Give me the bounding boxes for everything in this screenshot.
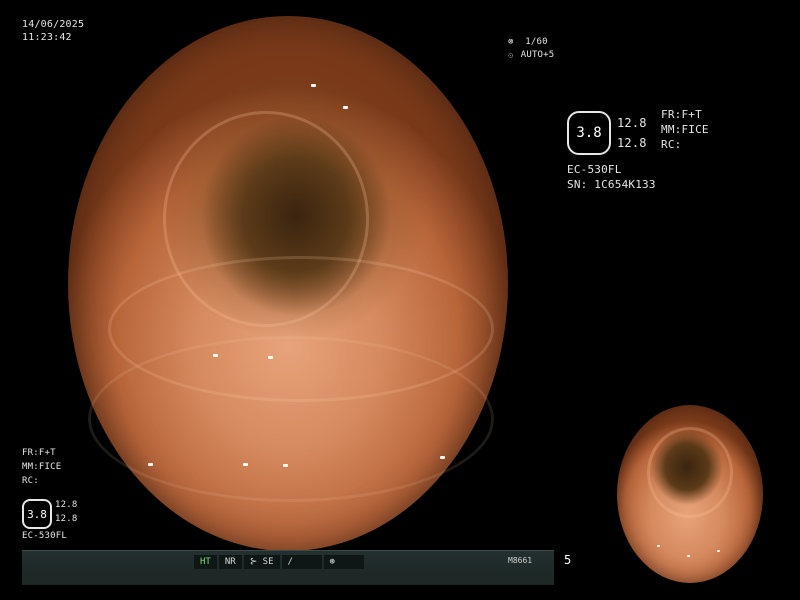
serial-number: SN: 1C654K133 bbox=[567, 178, 656, 191]
left-mm: MM:FICE bbox=[22, 462, 62, 472]
specular-highlight bbox=[311, 84, 316, 87]
auto-exposure: AUTO+5 bbox=[520, 50, 555, 60]
date: 14/06/2025 bbox=[22, 19, 85, 30]
right-upper-value: 12.8 bbox=[617, 116, 647, 130]
target-icon: ⊛ bbox=[329, 557, 335, 567]
auto-exposure-icon: ۞ bbox=[508, 50, 514, 60]
datetime: 14/06/2025 11:23:42 bbox=[22, 18, 84, 44]
right-metrics: 12.8 12.8 bbox=[617, 113, 647, 153]
right-lower-value: 12.8 bbox=[617, 136, 647, 150]
specular-highlight bbox=[283, 464, 288, 467]
time: 11:23:42 bbox=[22, 32, 72, 43]
left-lower-value: 12.8 bbox=[55, 514, 78, 524]
nr-indicator: NR bbox=[218, 555, 242, 569]
specular-highlight bbox=[213, 354, 218, 357]
specular-highlight bbox=[243, 463, 248, 466]
shutter-speed: 1/60 bbox=[525, 37, 548, 47]
specular-highlight bbox=[717, 550, 720, 552]
hex-value-right: 3.8 bbox=[576, 125, 602, 141]
pip-lumen-fold bbox=[647, 427, 733, 518]
left-modes: FR:F+T MM:FICE RC: bbox=[22, 446, 61, 488]
status-segments: HT NR ⊱ SE / ⊛ bbox=[194, 555, 364, 569]
right-rc: RC: bbox=[661, 138, 682, 151]
left-model: EC-530FL bbox=[22, 531, 67, 541]
specular-highlight bbox=[440, 456, 445, 459]
status-code: M8661 bbox=[508, 556, 533, 565]
hex-value-left: 3.8 bbox=[27, 507, 47, 521]
endoscope-main-view bbox=[68, 16, 508, 551]
specular-highlight bbox=[268, 356, 273, 359]
iris-icon: ⊗ bbox=[508, 37, 514, 47]
status-slot-empty: / bbox=[281, 555, 322, 569]
right-fr: FR:F+T bbox=[661, 108, 702, 121]
specular-highlight bbox=[687, 555, 690, 557]
hex-indicator-left: 3.8 bbox=[22, 499, 52, 529]
mucosal-fold bbox=[88, 336, 494, 502]
right-mm: MM:FICE bbox=[661, 123, 709, 136]
status-number: 5 bbox=[564, 553, 572, 567]
right-modes: FR:F+T MM:FICE RC: bbox=[661, 107, 709, 152]
se-indicator: ⊱ SE bbox=[243, 555, 280, 569]
left-fr: FR:F+T bbox=[22, 448, 56, 458]
se-icon: ⊱ bbox=[249, 557, 258, 567]
endoscope-pip-view bbox=[617, 405, 763, 583]
specular-highlight bbox=[343, 106, 348, 109]
slash-icon: / bbox=[287, 557, 293, 567]
left-metrics: 12.8 12.8 bbox=[55, 498, 77, 526]
device-info: EC-530FL SN: 1C654K133 bbox=[567, 162, 656, 192]
left-rc: RC: bbox=[22, 476, 39, 486]
specular-highlight bbox=[148, 463, 153, 466]
left-upper-value: 12.8 bbox=[55, 500, 78, 510]
specular-highlight bbox=[657, 545, 660, 547]
status-bar-lower bbox=[22, 571, 554, 584]
exposure-info: ⊗ 1/60 ۞ AUTO+5 bbox=[508, 36, 554, 62]
status-bar: HT NR ⊱ SE / ⊛ M8661 5 bbox=[22, 550, 571, 585]
status-slot-empty: ⊛ bbox=[323, 555, 364, 569]
model: EC-530FL bbox=[567, 163, 622, 176]
hex-indicator-right: 3.8 bbox=[567, 111, 611, 155]
ht-indicator: HT bbox=[194, 555, 217, 569]
